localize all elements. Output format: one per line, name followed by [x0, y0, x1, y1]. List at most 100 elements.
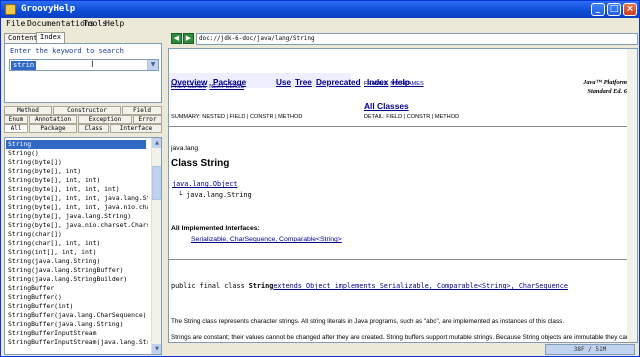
list-item[interactable]: String(byte[], java.lang.String): [8, 212, 148, 221]
list-item[interactable]: String(byte[], int, int, int): [8, 185, 148, 194]
list-item[interactable]: StringBuffer: [8, 284, 148, 293]
app-icon: [5, 4, 16, 15]
results-scrollbar[interactable]: ▲ ▼: [151, 138, 161, 354]
prev-class-link[interactable]: PREV CLASS: [171, 84, 206, 90]
list-item[interactable]: String(byte[], int, int, java.lang.Strin…: [8, 194, 148, 203]
list-item[interactable]: StringBuffer(int): [8, 302, 148, 311]
class-title: Class String: [171, 158, 230, 169]
class-declaration: public final class Stringextends Object …: [171, 282, 568, 290]
list-item[interactable]: String: [6, 140, 146, 149]
description-paragraph-1: The String class represents character st…: [171, 318, 565, 325]
list-item[interactable]: String(java.lang.String): [8, 257, 148, 266]
platform-line1: Java™ Platform: [583, 79, 627, 86]
results-list[interactable]: String String() String(byte[]) String(by…: [4, 137, 162, 355]
scroll-thumb[interactable]: [152, 166, 161, 200]
filter-class[interactable]: Class: [78, 124, 109, 133]
interfaces-links[interactable]: Serializable, CharSequence, Comparable<S…: [191, 236, 342, 243]
menu-file[interactable]: File: [6, 19, 25, 28]
memory-status: 38F / 51M: [545, 344, 635, 355]
declaration-prefix: public final class: [171, 282, 249, 290]
text-cursor-icon: I: [91, 60, 94, 70]
declaration-name: String: [248, 282, 274, 290]
search-input[interactable]: strin ▼: [9, 59, 159, 71]
left-panel: Content Index Enter the keyword to searc…: [4, 32, 162, 355]
list-item[interactable]: StringBuffer(java.lang.CharSequence): [8, 311, 148, 320]
title-bar[interactable]: GroovyHelp _ □ ×: [1, 1, 639, 18]
list-item[interactable]: String(java.lang.StringBuilder): [8, 275, 148, 284]
implemented-interfaces-heading: All Implemented Interfaces:: [171, 225, 260, 232]
panel-splitter[interactable]: [163, 32, 167, 354]
url-field[interactable]: doc://jdk-6-doc/java/lang/String: [196, 33, 638, 45]
filter-annotation[interactable]: Annotation: [29, 115, 77, 124]
filter-package[interactable]: Package: [29, 124, 77, 133]
nav-tree[interactable]: Tree: [295, 78, 312, 87]
filter-error[interactable]: Error: [133, 115, 162, 124]
list-item[interactable]: StringBufferInputStream: [8, 329, 148, 338]
frames-link[interactable]: FRAMES: [364, 81, 387, 87]
platform-label: Java™ Platform Standard Ed. 6: [583, 78, 627, 96]
menu-tools[interactable]: Tools: [83, 19, 107, 28]
scroll-down-icon[interactable]: ▼: [152, 344, 161, 354]
scroll-up-icon[interactable]: ▲: [152, 138, 161, 148]
list-item[interactable]: StringBufferInputStream(java.lang.String…: [8, 338, 148, 347]
all-classes-link[interactable]: All Classes: [364, 101, 409, 111]
nav-deprecated[interactable]: Deprecated: [316, 78, 361, 87]
declaration-suffix[interactable]: extends Object implements Serializable, …: [273, 282, 568, 290]
divider: [169, 126, 637, 127]
list-item[interactable]: String(): [8, 149, 148, 158]
search-value: strin: [11, 61, 37, 70]
list-item[interactable]: String(byte[], int, int, java.nio.charse…: [8, 203, 148, 212]
doc-scrollbar[interactable]: [627, 49, 637, 342]
menu-help[interactable]: Help: [105, 19, 124, 28]
forward-arrow-icon[interactable]: ▶: [183, 33, 194, 44]
filter-tabs: Method Constructor Field Enum Annotation…: [4, 106, 162, 134]
filter-exception[interactable]: Exception: [78, 115, 132, 124]
search-label: Enter the keyword to search: [10, 47, 124, 55]
no-frames-link[interactable]: NO FRAMES: [390, 81, 423, 87]
list-item[interactable]: StringBuffer(java.lang.String): [8, 320, 148, 329]
nav-use[interactable]: Use: [276, 78, 291, 87]
filter-method[interactable]: Method: [4, 106, 52, 115]
left-tabs: Content Index: [4, 32, 162, 43]
doc-panel: ◀ ▶ doc://jdk-6-doc/java/lang/String Ove…: [168, 32, 638, 343]
divider: [169, 259, 637, 260]
superclass-link[interactable]: java.lang.Object: [172, 180, 237, 188]
menu-bar: File Documentations Tools Help: [1, 18, 639, 30]
list-item[interactable]: StringBuffer(): [8, 293, 148, 302]
close-button[interactable]: ×: [623, 3, 637, 16]
maximize-button[interactable]: □: [607, 3, 621, 16]
list-item[interactable]: String(byte[], java.nio.charset.Charset): [8, 221, 148, 230]
back-arrow-icon[interactable]: ◀: [171, 33, 182, 44]
filter-constructor[interactable]: Constructor: [53, 106, 121, 115]
summary-links[interactable]: SUMMARY: NESTED | FIELD | CONSTR | METHO…: [171, 114, 302, 120]
list-item[interactable]: String(byte[], int, int): [8, 176, 148, 185]
implemented-interfaces-list[interactable]: Serializable, CharSequence, Comparable<S…: [191, 236, 342, 243]
description-paragraph-2: Strings are constant; their values canno…: [171, 334, 630, 341]
main-window: GroovyHelp _ □ × File Documentations Too…: [0, 0, 640, 357]
next-class-link[interactable]: NEXT CLASS: [209, 84, 244, 90]
doc-toolbar: ◀ ▶ doc://jdk-6-doc/java/lang/String: [168, 32, 638, 46]
detail-links[interactable]: DETAIL: FIELD | CONSTR | METHOD: [364, 114, 459, 120]
class-hierarchy-leaf: └ java.lang.String: [178, 191, 252, 199]
list-item[interactable]: String(byte[], int): [8, 167, 148, 176]
window-title: GroovyHelp: [21, 4, 76, 14]
filter-field[interactable]: Field: [122, 106, 162, 115]
list-item[interactable]: String(char[], int, int): [8, 239, 148, 248]
frames-links: FRAMES NO FRAMES: [364, 81, 424, 87]
package-name: java.lang: [171, 145, 199, 152]
filter-all[interactable]: All: [4, 124, 28, 133]
list-item[interactable]: String(char[]): [8, 230, 148, 239]
list-item[interactable]: String(java.lang.StringBuffer): [8, 266, 148, 275]
minimize-button[interactable]: _: [591, 3, 605, 16]
javadoc-navbar: Overview Package Use Tree Deprecated Ind…: [169, 61, 637, 88]
list-item[interactable]: String(byte[]): [8, 158, 148, 167]
chevron-down-icon[interactable]: ▼: [147, 60, 158, 70]
tab-index[interactable]: Index: [36, 32, 66, 43]
filter-enum[interactable]: Enum: [4, 115, 28, 124]
platform-line2: Standard Ed. 6: [587, 88, 627, 95]
list-item[interactable]: String(int[], int, int): [8, 248, 148, 257]
search-panel: Enter the keyword to search strin ▼ I: [4, 43, 162, 103]
filter-interface[interactable]: Interface: [110, 124, 162, 133]
doc-view: Overview Package Use Tree Deprecated Ind…: [168, 48, 638, 343]
prev-next-links: PREV CLASS NEXT CLASS: [171, 84, 244, 90]
